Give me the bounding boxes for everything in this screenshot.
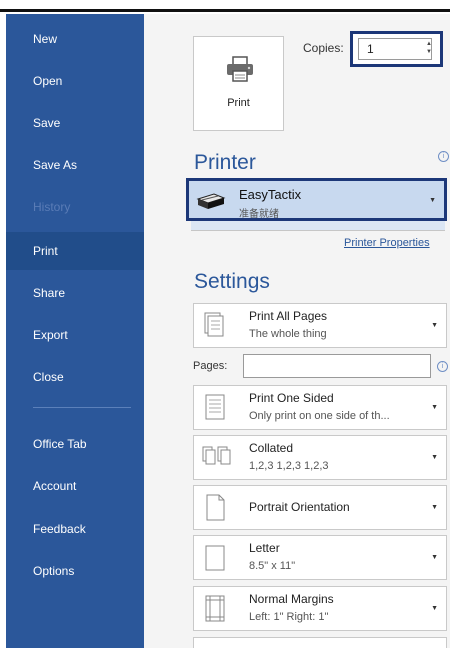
one-sided-page-icon [202, 393, 228, 428]
printer-dropdown[interactable]: EasyTactix 准备就绪 ▼ [186, 178, 447, 221]
collated-pages-icon [202, 443, 236, 474]
print-pages-dropdown[interactable]: Print All Pages The whole thing ▼ [193, 303, 447, 348]
copies-label: Copies: [303, 41, 344, 55]
copies-highlight: 1 ▲ ▼ [350, 31, 443, 67]
chevron-down-icon: ▼ [431, 404, 438, 411]
spin-up-icon[interactable]: ▲ [426, 40, 432, 48]
sidebar-item-print[interactable]: Print [6, 232, 144, 270]
sidebar-item-share[interactable]: Share [6, 275, 144, 311]
orientation-value: Portrait Orientation [249, 500, 350, 514]
pages-info-icon[interactable]: i [437, 361, 448, 372]
portrait-page-icon [202, 493, 228, 528]
margins-desc: Left: 1" Right: 1" [249, 611, 329, 623]
copies-spinner[interactable]: ▲ ▼ [426, 40, 432, 56]
sidebar-item-close[interactable]: Close [6, 359, 144, 395]
sidebar-item-save-as[interactable]: Save As [6, 147, 144, 183]
margins-dropdown[interactable]: Normal Margins Left: 1" Right: 1" ▼ [193, 586, 447, 631]
pages-stack-icon [202, 311, 228, 346]
printer-dropdown-underlay [191, 221, 445, 231]
paper-size-value: Letter [249, 541, 280, 555]
sidebar-item-feedback[interactable]: Feedback [6, 511, 144, 547]
pages-label: Pages: [193, 360, 228, 372]
chevron-down-icon: ▼ [429, 197, 436, 204]
printer-status: 准备就绪 [239, 209, 279, 220]
collation-desc: 1,2,3 1,2,3 1,2,3 [249, 460, 329, 472]
copies-input[interactable]: 1 [358, 38, 432, 60]
paper-size-desc: 8.5" x 11" [249, 560, 296, 572]
sidebar-item-export[interactable]: Export [6, 317, 144, 353]
sides-dropdown[interactable]: Print One Sided Only print on one side o… [193, 385, 447, 430]
margins-icon [202, 594, 228, 629]
printer-info-icon[interactable]: i [438, 151, 449, 162]
backstage-sidebar: New Open Save Save As History Print Shar… [6, 14, 144, 648]
printer-section-title: Printer [194, 151, 256, 174]
spin-down-icon[interactable]: ▼ [426, 48, 432, 56]
window-top-border [0, 0, 450, 12]
chevron-down-icon: ▼ [431, 504, 438, 511]
chevron-down-icon: ▼ [431, 554, 438, 561]
settings-section-title: Settings [194, 270, 270, 293]
sidebar-item-options[interactable]: Options [6, 553, 144, 589]
next-setting-partial [193, 637, 447, 648]
sidebar-item-office-tab[interactable]: Office Tab [6, 426, 144, 462]
sides-value: Print One Sided [249, 391, 334, 405]
sidebar-item-open[interactable]: Open [6, 63, 144, 99]
print-pages-desc: The whole thing [249, 328, 327, 340]
chevron-down-icon: ▼ [431, 454, 438, 461]
sidebar-item-account[interactable]: Account [6, 468, 144, 504]
margins-value: Normal Margins [249, 592, 334, 606]
printer-name: EasyTactix [239, 187, 302, 202]
chevron-down-icon: ▼ [431, 605, 438, 612]
paper-size-icon [202, 543, 228, 578]
sidebar-item-history: History [33, 200, 71, 214]
print-button-label: Print [227, 97, 250, 109]
print-button[interactable]: Print [193, 36, 284, 131]
paper-size-dropdown[interactable]: Letter 8.5" x 11" ▼ [193, 535, 447, 580]
sides-desc: Only print on one side of th... [249, 410, 390, 422]
sidebar-divider [33, 407, 131, 408]
printer-device-icon [196, 191, 226, 216]
collation-value: Collated [249, 441, 294, 455]
orientation-dropdown[interactable]: Portrait Orientation ▼ [193, 485, 447, 530]
print-pages-value: Print All Pages [249, 309, 328, 323]
printer-properties-link[interactable]: Printer Properties [344, 237, 430, 249]
printer-icon [225, 55, 255, 88]
sidebar-item-new[interactable]: New [6, 21, 144, 57]
sidebar-item-save[interactable]: Save [6, 105, 144, 141]
collation-dropdown[interactable]: Collated 1,2,3 1,2,3 1,2,3 ▼ [193, 435, 447, 480]
chevron-down-icon: ▼ [431, 322, 438, 329]
pages-input[interactable] [243, 354, 431, 378]
